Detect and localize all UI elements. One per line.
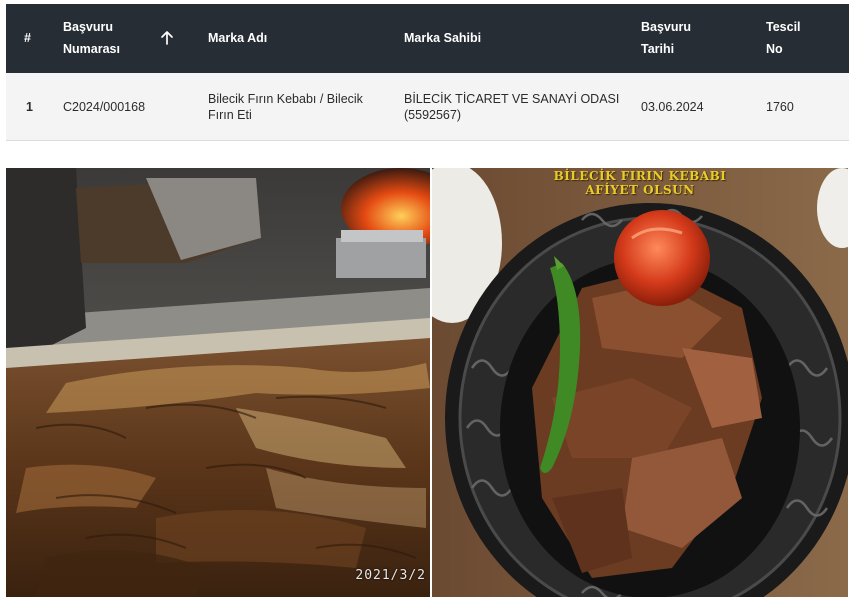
- header-application-date[interactable]: Başvuru Tarihi: [641, 16, 691, 60]
- header-brand-owner[interactable]: Marka Sahibi: [404, 27, 481, 49]
- row-registration-no: 1760: [766, 100, 794, 114]
- oven-tray-meat-photo: 2021/3/2: [6, 168, 430, 597]
- row-brand-name: Bilecik Fırın Kebabı / Bilecik Fırın Eti: [208, 92, 363, 122]
- row-brand-owner: BİLECİK TİCARET VE SANAYİ ODASI (5592567…: [404, 92, 620, 122]
- photo-timestamp: 2021/3/2: [355, 568, 426, 583]
- header-brand-name[interactable]: Marka Adı: [208, 27, 267, 49]
- row-application-date: 03.06.2024: [641, 100, 704, 114]
- table-header: # Başvuru Numarası Marka Adı Marka Sahib…: [6, 4, 849, 73]
- photo-caption-subtitle: AFİYET OLSUN: [585, 183, 695, 197]
- header-application-number[interactable]: Başvuru Numarası: [63, 16, 120, 60]
- table-row[interactable]: 1 C2024/000168 Bilecik Fırın Kebabı / Bi…: [6, 73, 849, 141]
- header-registration-no[interactable]: Tescil No: [766, 16, 801, 60]
- arrow-up-icon[interactable]: [160, 30, 174, 46]
- row-application-number: C2024/000168: [63, 100, 146, 114]
- row-number: 1: [26, 100, 33, 114]
- header-number: #: [24, 31, 31, 45]
- photo-caption-title: BİLECİK FIRIN KEBABI: [553, 169, 727, 183]
- trademark-registry-table: # Başvuru Numarası Marka Adı Marka Sahib…: [6, 4, 849, 141]
- kebab-platter-photo: BİLECİK FIRIN KEBABI AFİYET OLSUN: [432, 168, 848, 597]
